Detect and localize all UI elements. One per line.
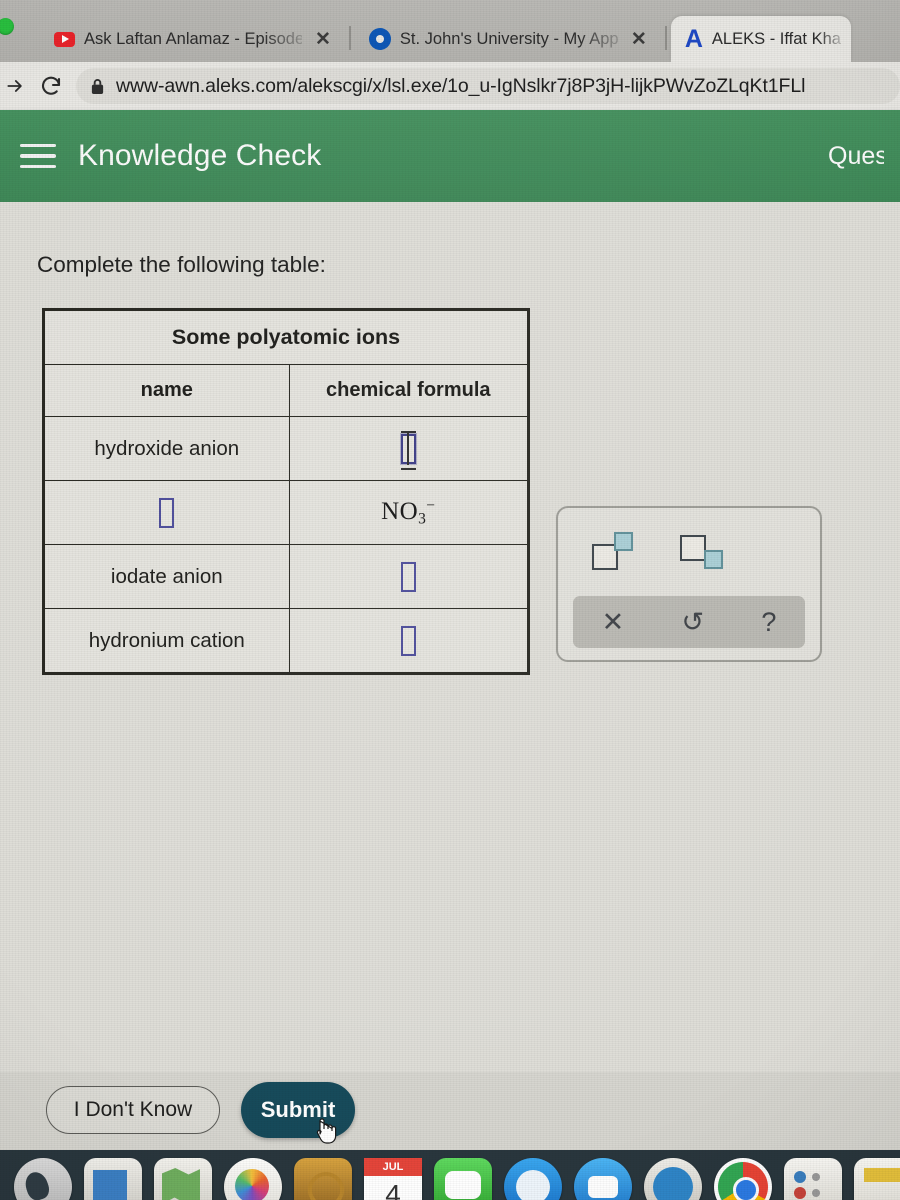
aleks-a-icon: A (684, 24, 703, 53)
name-input[interactable] (159, 497, 175, 528)
cell-formula-nitrate: NO3− (288, 480, 529, 545)
tab-title: St. John's University - My App (399, 30, 618, 48)
column-header-formula: chemical formula (288, 364, 529, 417)
question-footer: I Don't Know Submit (0, 1072, 900, 1150)
palette-action-row: ✕ ↺ ? (573, 596, 805, 648)
messages-icon[interactable] (434, 1158, 492, 1200)
clear-icon[interactable]: ✕ (602, 608, 625, 636)
mail-icon[interactable] (84, 1158, 142, 1200)
browser-tab-strip: Ask Laftan Anlamaz - Episode ✕ St. John'… (0, 0, 900, 62)
formula-tool-palette: ✕ ↺ ? (556, 506, 822, 662)
tab-title: Ask Laftan Anlamaz - Episode (84, 30, 302, 48)
dont-know-button[interactable]: I Don't Know (46, 1086, 220, 1134)
tab-title: ALEKS - Iffat Kha (711, 30, 841, 48)
url-omnibox[interactable]: www-awn.aleks.com/alekscgi/x/lsl.exe/1o_… (76, 68, 900, 104)
youtube-icon (54, 31, 75, 47)
notes-icon[interactable] (294, 1158, 352, 1200)
facetime-icon[interactable] (574, 1158, 632, 1200)
maps-icon[interactable] (154, 1158, 212, 1200)
reload-icon[interactable] (38, 74, 64, 98)
table-row: hydronium cation (44, 608, 529, 673)
question-counter: Ques (828, 141, 884, 170)
cell-name-nitrate-input[interactable] (44, 480, 290, 545)
pages-icon[interactable] (854, 1158, 900, 1200)
table-row: NO3− (44, 480, 529, 545)
polyatomic-ions-table: Some polyatomic ions name chemical formu… (42, 308, 530, 675)
table-row: iodate anion (44, 544, 529, 609)
help-icon[interactable]: ? (761, 608, 776, 636)
chrome-icon[interactable] (714, 1158, 772, 1200)
calendar-icon[interactable] (364, 1158, 422, 1200)
browser-window: Ask Laftan Anlamaz - Episode ✕ St. John'… (0, 0, 900, 1200)
tab-divider (664, 26, 667, 50)
compass-icon[interactable] (644, 1158, 702, 1200)
chemical-formula-nitrate: NO3− (381, 496, 436, 528)
hamburger-menu-icon[interactable] (20, 143, 56, 169)
table-title-row: Some polyatomic ions (44, 310, 528, 365)
formula-input[interactable] (400, 625, 416, 656)
tab-close-icon[interactable]: ✕ (311, 30, 335, 49)
undo-icon[interactable]: ↺ (681, 608, 704, 636)
subscript-icon[interactable] (680, 534, 723, 569)
pointing-hand-cursor (312, 1117, 338, 1145)
column-header-name: name (44, 364, 290, 417)
tab-divider (348, 26, 351, 50)
subscript-base-square (680, 535, 706, 561)
window-zoom-button[interactable] (0, 18, 14, 35)
table-title: Some polyatomic ions (44, 310, 528, 365)
lock-icon (90, 78, 105, 95)
formula-input-active[interactable] (400, 430, 416, 465)
forward-arrow-icon[interactable] (4, 76, 26, 96)
app-header-bar: Knowledge Check Ques (0, 110, 900, 202)
cell-name-iodate: iodate anion (44, 544, 290, 609)
office-ring-icon (368, 28, 391, 50)
cell-formula-iodate[interactable] (288, 544, 529, 609)
formula-input[interactable] (400, 561, 416, 592)
safari-icon[interactable] (504, 1158, 562, 1200)
page-title: Knowledge Check (78, 139, 322, 172)
browser-tab-aleks[interactable]: A ALEKS - Iffat Kha (670, 16, 851, 62)
cell-name-hydronium: hydronium cation (44, 608, 290, 673)
finder-icon[interactable] (14, 1158, 72, 1200)
tab-close-icon[interactable]: ✕ (627, 30, 651, 49)
browser-tab-stjohns[interactable]: St. John's University - My App ✕ (355, 16, 661, 62)
table-header-row: name chemical formula (44, 364, 529, 417)
browser-address-bar: www-awn.aleks.com/alekscgi/x/lsl.exe/1o_… (0, 62, 900, 110)
table-row: hydroxide anion (44, 416, 529, 481)
browser-tab-youtube[interactable]: Ask Laftan Anlamaz - Episode ✕ (40, 16, 345, 62)
subscript-mark-square (704, 550, 723, 569)
superscript-mark-square (614, 532, 633, 551)
contacts-icon[interactable] (784, 1158, 842, 1200)
superscript-icon[interactable] (592, 532, 633, 570)
cell-formula-hydronium[interactable] (288, 608, 529, 673)
question-body: Complete the following table: Some polya… (0, 202, 900, 1072)
macos-dock (0, 1150, 900, 1200)
script-buttons-row (558, 508, 820, 592)
photos-icon[interactable] (224, 1158, 282, 1200)
cell-name-hydroxide: hydroxide anion (44, 416, 290, 481)
cell-formula-hydroxide[interactable] (288, 416, 529, 481)
url-text: www-awn.aleks.com/alekscgi/x/lsl.exe/1o_… (116, 74, 806, 97)
question-prompt: Complete the following table: (37, 252, 326, 277)
